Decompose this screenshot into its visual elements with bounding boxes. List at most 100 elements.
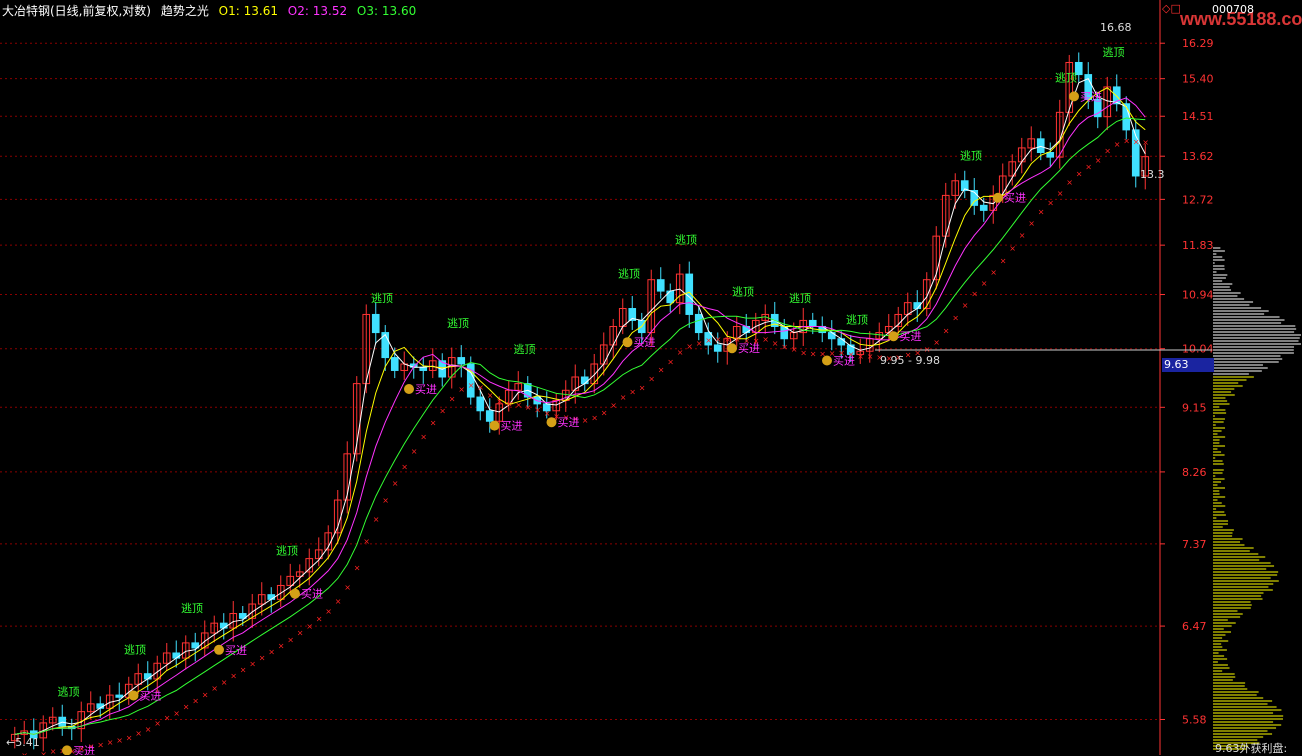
signal-top-label: 逃顶 [675, 233, 697, 246]
sar-point: × [487, 391, 494, 400]
stock-code: 000708 [1212, 3, 1254, 16]
money-bag-icon [489, 420, 500, 431]
money-bag-icon [822, 355, 832, 366]
sar-point: × [658, 366, 665, 375]
signal-top-label: 逃顶 [58, 686, 80, 699]
sar-point: × [591, 413, 598, 422]
signal-top-label: 逃顶 [514, 343, 536, 356]
y-tick-label: 15.40 [1182, 73, 1214, 86]
sar-point: × [401, 462, 408, 471]
sar-point: × [544, 409, 551, 418]
candle-body [979, 204, 988, 211]
signal-buy-label: 买进 [415, 383, 437, 396]
y-tick-label: 6.47 [1182, 620, 1207, 633]
moving-average-line [14, 117, 1146, 735]
sar-point: × [724, 335, 731, 344]
signal-top-label: 逃顶 [618, 268, 640, 281]
sar-point: × [1142, 138, 1149, 147]
sar-point: × [971, 290, 978, 299]
current-price-tag: 9.63 [1162, 358, 1214, 372]
sar-point: × [534, 406, 541, 415]
sar-point: × [791, 345, 798, 354]
candle-body [267, 594, 276, 600]
signal-buy-label: 买进 [501, 420, 523, 433]
sar-point: × [810, 350, 817, 359]
candle-body [143, 673, 152, 680]
sar-point: × [696, 339, 703, 348]
candle-body [656, 279, 665, 292]
sar-point: × [164, 714, 171, 723]
sar-point: × [458, 385, 465, 394]
sar-point: × [449, 394, 456, 403]
signal-buy-label: 买进 [1004, 192, 1026, 205]
signal-buy-label: 买进 [900, 330, 922, 343]
sar-point: × [439, 407, 446, 416]
range-annotation: 9.95 - 9.98 [880, 354, 940, 367]
sar-point: × [1009, 244, 1016, 253]
sar-point: × [1114, 140, 1121, 149]
sar-point: × [116, 736, 123, 745]
sar-point: × [610, 401, 617, 410]
y-tick-label: 5.58 [1182, 714, 1207, 727]
sar-point: × [107, 738, 114, 747]
sar-point: × [1095, 156, 1102, 165]
sar-point: × [287, 635, 294, 644]
signal-top-label: 逃顶 [181, 602, 203, 615]
signal-top-label: 逃顶 [276, 545, 298, 558]
high-annotation: 16.68 [1100, 21, 1132, 34]
candle-body [476, 396, 485, 412]
sar-point: × [601, 408, 608, 417]
sar-point: × [192, 696, 199, 705]
low-annotation: ←5.41 [6, 736, 40, 749]
sar-point: × [867, 352, 874, 361]
sar-point: × [667, 357, 674, 366]
money-bag-icon [290, 588, 300, 599]
sar-point: × [1019, 231, 1026, 240]
sar-point: × [1047, 199, 1054, 208]
money-bag-icon [128, 690, 139, 701]
sar-point: × [259, 653, 266, 662]
sar-point: × [325, 607, 332, 616]
sar-point: × [468, 381, 475, 390]
sar-point: × [772, 339, 779, 348]
money-bag-icon [546, 417, 557, 428]
sar-point: × [933, 338, 940, 347]
signal-top-label: 逃顶 [447, 317, 469, 330]
signal-buy-label: 买进 [73, 744, 95, 755]
sar-point: × [525, 403, 532, 412]
sar-point: × [40, 750, 47, 755]
sar-point: × [21, 751, 28, 755]
sar-point: × [639, 384, 646, 393]
sar-point: × [582, 416, 589, 425]
sar-point: × [1038, 207, 1045, 216]
tool-icons[interactable]: ◇□ [1162, 2, 1181, 15]
sar-point: × [962, 301, 969, 310]
sar-point: × [97, 741, 104, 750]
sar-point: × [762, 335, 769, 344]
sar-point: × [981, 279, 988, 288]
signal-buy-label: 买进 [1080, 90, 1102, 103]
sar-point: × [1076, 170, 1083, 179]
sar-point: × [240, 666, 247, 675]
sar-point: × [145, 725, 152, 734]
y-tick-label: 14.51 [1182, 110, 1214, 123]
money-bag-icon [993, 192, 1003, 203]
sar-point: × [135, 729, 142, 738]
signal-top-label: 逃顶 [789, 292, 811, 305]
moving-average-line [14, 78, 1146, 735]
sar-point: × [183, 703, 190, 712]
sar-point: × [354, 563, 361, 572]
sar-point: × [620, 393, 627, 402]
sar-point: × [1085, 163, 1092, 172]
y-tick-label: 13.62 [1182, 150, 1214, 163]
sar-point: × [316, 615, 323, 624]
candlestick-chart[interactable]: 16.29 15.40 14.51 13.62 12.72 11.83 10.94 10.04… [0, 0, 1302, 755]
sar-point: × [306, 622, 313, 631]
money-bag-icon [727, 343, 737, 354]
sar-point: × [50, 747, 57, 755]
sar-point: × [800, 349, 807, 358]
y-tick-label: 10.94 [1182, 289, 1214, 302]
sar-point: × [221, 678, 228, 687]
signal-top-label: 逃顶 [846, 314, 868, 327]
stock-title: 大冶特钢(日线,前复权,对数) [2, 4, 151, 18]
